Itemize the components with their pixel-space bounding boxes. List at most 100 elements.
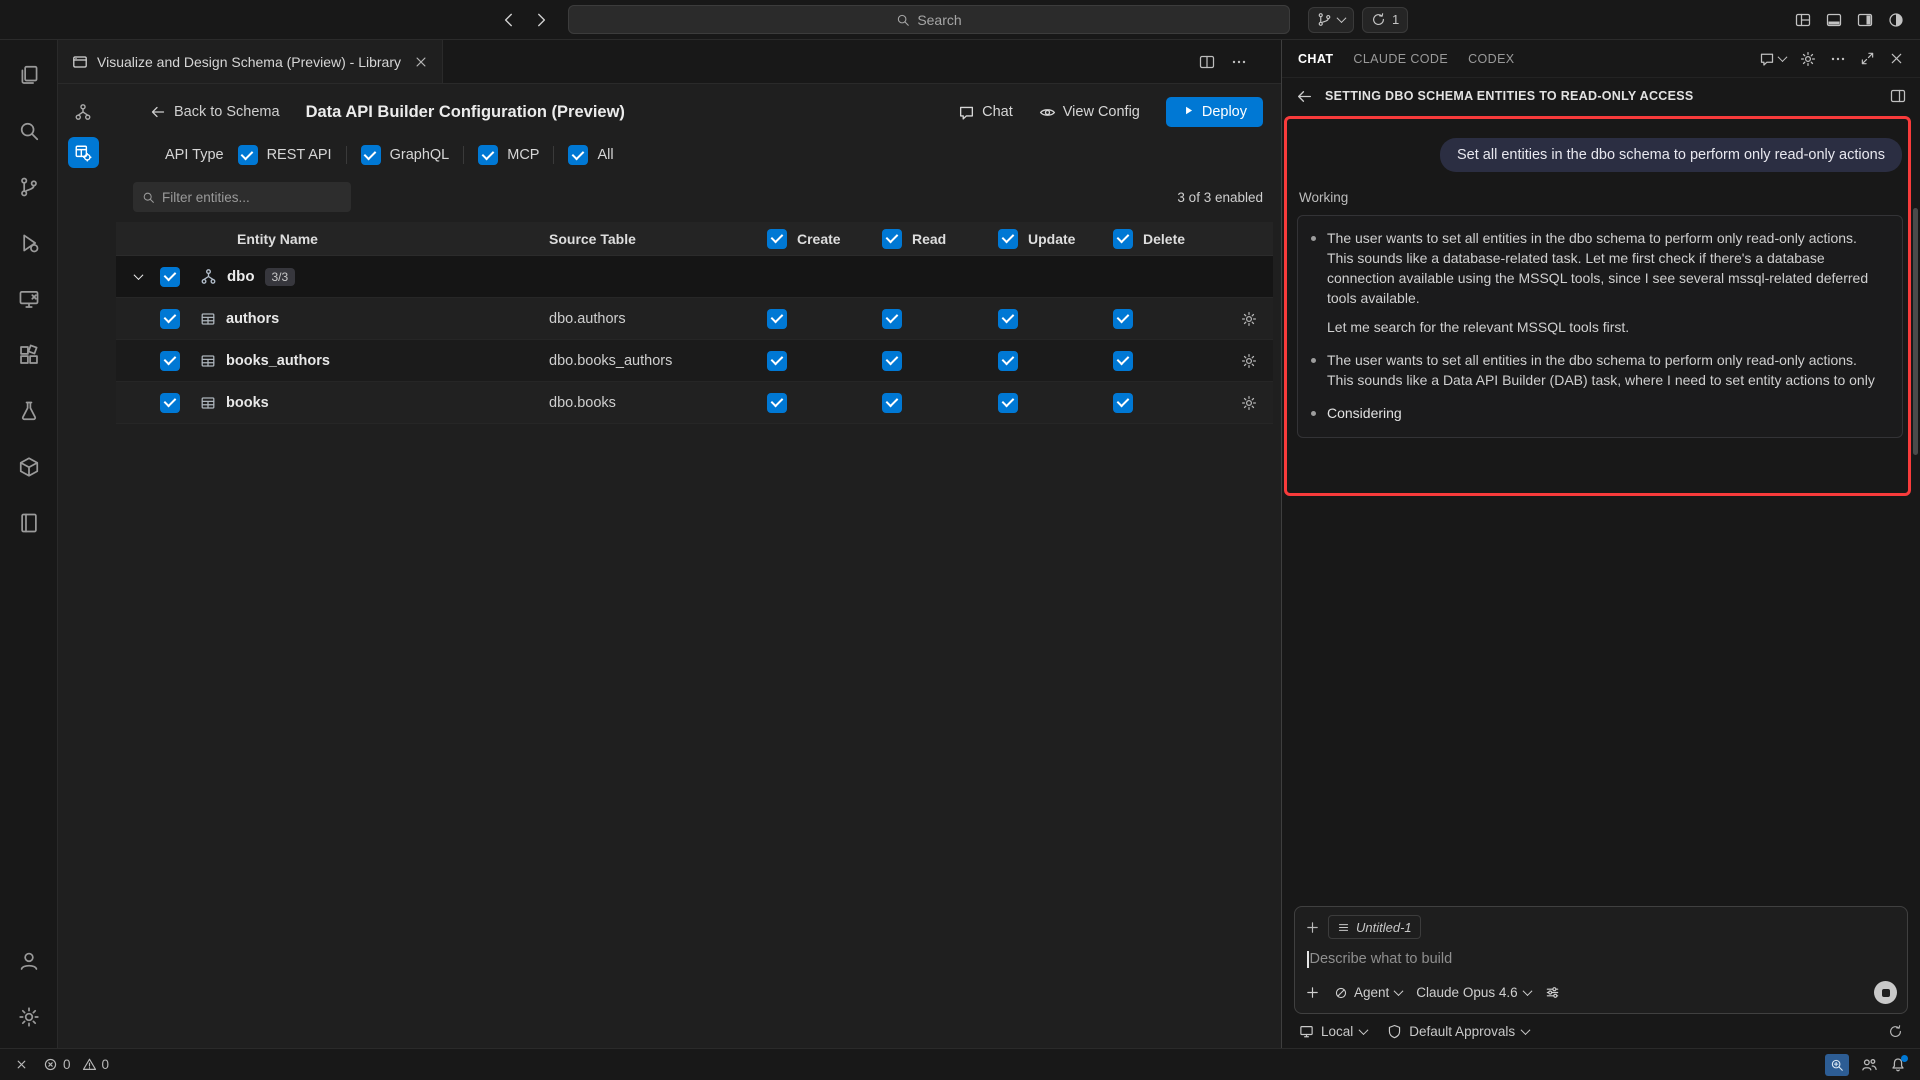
tab-codex[interactable]: CODEX (1468, 52, 1514, 66)
create-checkbox[interactable] (767, 309, 787, 329)
delete-checkbox[interactable] (1113, 351, 1133, 371)
row-settings-gear-icon[interactable] (1241, 353, 1257, 369)
tab-claude-code[interactable]: CLAUDE CODE (1353, 52, 1448, 66)
tab-close-icon[interactable] (414, 55, 428, 69)
tab-chat[interactable]: CHAT (1298, 52, 1333, 66)
row-checkbox[interactable] (160, 351, 180, 371)
text-cursor (1307, 951, 1309, 968)
update-checkbox[interactable] (998, 393, 1018, 413)
thought-paragraph: The user wants to set all entities in th… (1327, 228, 1886, 309)
toggle-panel-icon[interactable] (1826, 12, 1842, 28)
session-back-icon[interactable] (1296, 88, 1313, 105)
all-checkbox[interactable]: All (568, 145, 613, 165)
notebook-icon[interactable] (6, 500, 52, 546)
approvals-picker[interactable]: Default Approvals (1387, 1024, 1529, 1039)
read-checkbox[interactable] (882, 309, 902, 329)
nav-forward-button[interactable] (532, 11, 550, 29)
toggle-secondary-sidebar-icon[interactable] (1857, 12, 1873, 28)
read-checkbox[interactable] (882, 351, 902, 371)
voice-send-button[interactable] (1874, 981, 1897, 1004)
graphql-checkbox[interactable]: GraphQL (361, 145, 450, 165)
update-checkbox[interactable] (998, 351, 1018, 371)
user-message-row: Set all entities in the dbo schema to pe… (1282, 114, 1920, 172)
entity-row-books-authors[interactable]: books_authors dbo.books_authors (116, 340, 1273, 382)
profile-badge-icon[interactable] (1888, 12, 1904, 28)
view-config-button[interactable]: View Config (1039, 104, 1140, 121)
rest-api-checkbox[interactable]: REST API (238, 145, 332, 165)
explorer-icon[interactable] (6, 52, 52, 98)
nav-back-button[interactable] (500, 11, 518, 29)
testing-beaker-icon[interactable] (6, 388, 52, 434)
row-settings-gear-icon[interactable] (1241, 395, 1257, 411)
chat-scrollbar[interactable] (1913, 208, 1918, 455)
environment-picker[interactable]: Local (1299, 1024, 1367, 1039)
extensions-icon[interactable] (6, 332, 52, 378)
chat-button[interactable]: Chat (958, 104, 1013, 121)
context-chip-untitled[interactable]: Untitled-1 (1328, 915, 1421, 939)
search-sidebar-icon[interactable] (6, 108, 52, 154)
source-control-icon[interactable] (6, 164, 52, 210)
column-read: Read (882, 229, 998, 249)
session-graph-button[interactable] (1308, 7, 1354, 33)
run-debug-icon[interactable] (6, 220, 52, 266)
create-checkbox[interactable] (767, 393, 787, 413)
accounts-sync-icon[interactable] (1861, 1056, 1878, 1073)
split-editor-icon[interactable] (1199, 54, 1215, 70)
schema-group-row[interactable]: dbo 3/3 (116, 256, 1273, 298)
delete-all-checkbox[interactable] (1113, 229, 1133, 249)
api-builder-config-icon[interactable] (68, 137, 99, 168)
remote-indicator-icon[interactable] (14, 1057, 29, 1072)
accounts-icon[interactable] (6, 938, 52, 984)
problems-indicator[interactable]: 0 0 (43, 1057, 109, 1072)
chat-more-icon[interactable] (1830, 51, 1846, 67)
create-all-checkbox[interactable] (767, 229, 787, 249)
row-settings-gear-icon[interactable] (1241, 311, 1257, 327)
model-picker[interactable]: Claude Opus 4.6 (1416, 985, 1530, 1000)
update-all-checkbox[interactable] (998, 229, 1018, 249)
close-chat-icon[interactable] (1889, 51, 1904, 66)
entity-row-books[interactable]: books dbo.books (116, 382, 1273, 424)
chat-settings-gear-icon[interactable] (1800, 51, 1816, 67)
mode-picker[interactable]: Agent (1334, 985, 1402, 1000)
remote-explorer-icon[interactable] (6, 276, 52, 322)
tab-schema-designer[interactable]: Visualize and Design Schema (Preview) - … (58, 40, 443, 83)
row-checkbox[interactable] (160, 393, 180, 413)
history-counter-button[interactable]: 1 (1362, 7, 1408, 33)
package-cube-icon[interactable] (6, 444, 52, 490)
api-type-label: API Type (165, 147, 224, 163)
attach-icon[interactable] (1305, 985, 1320, 1000)
schema-visualizer-icon[interactable] (68, 96, 99, 127)
create-checkbox[interactable] (767, 351, 787, 371)
entity-row-authors[interactable]: authors dbo.authors (116, 298, 1273, 340)
add-context-icon[interactable] (1305, 920, 1320, 935)
filter-entities-field[interactable] (162, 190, 342, 205)
expand-chevron-icon[interactable] (133, 270, 143, 280)
command-center-search[interactable]: Search (568, 5, 1290, 34)
settings-gear-icon[interactable] (6, 994, 52, 1040)
back-to-schema-button[interactable]: Back to Schema (150, 104, 280, 120)
source-table: dbo.authors (549, 311, 767, 327)
filter-entities-input[interactable] (133, 182, 351, 212)
stop-square-icon (1882, 989, 1890, 997)
expand-chat-icon[interactable] (1860, 51, 1875, 66)
update-checkbox[interactable] (998, 309, 1018, 329)
zoom-indicator-icon[interactable] (1825, 1054, 1849, 1076)
new-chat-dropdown-icon[interactable] (1759, 51, 1786, 67)
notifications-bell[interactable] (1890, 1057, 1906, 1073)
chat-input-box[interactable]: Untitled-1 Describe what to build Agent (1294, 906, 1908, 1014)
delete-checkbox[interactable] (1113, 393, 1133, 413)
delete-checkbox[interactable] (1113, 309, 1133, 329)
refresh-icon[interactable] (1888, 1024, 1903, 1039)
deploy-button[interactable]: Deploy (1166, 97, 1263, 127)
mcp-checkbox[interactable]: MCP (478, 145, 539, 165)
open-session-in-editor-icon[interactable] (1890, 88, 1906, 104)
group-checkbox[interactable] (160, 267, 180, 287)
local-monitor-icon (1299, 1024, 1314, 1039)
read-all-checkbox[interactable] (882, 229, 902, 249)
more-actions-icon[interactable] (1231, 54, 1247, 70)
row-checkbox[interactable] (160, 309, 180, 329)
read-checkbox[interactable] (882, 393, 902, 413)
tools-sliders-icon[interactable] (1545, 985, 1560, 1000)
chat-prompt-input[interactable]: Describe what to build (1307, 949, 1895, 969)
customize-layout-icon[interactable] (1795, 12, 1811, 28)
